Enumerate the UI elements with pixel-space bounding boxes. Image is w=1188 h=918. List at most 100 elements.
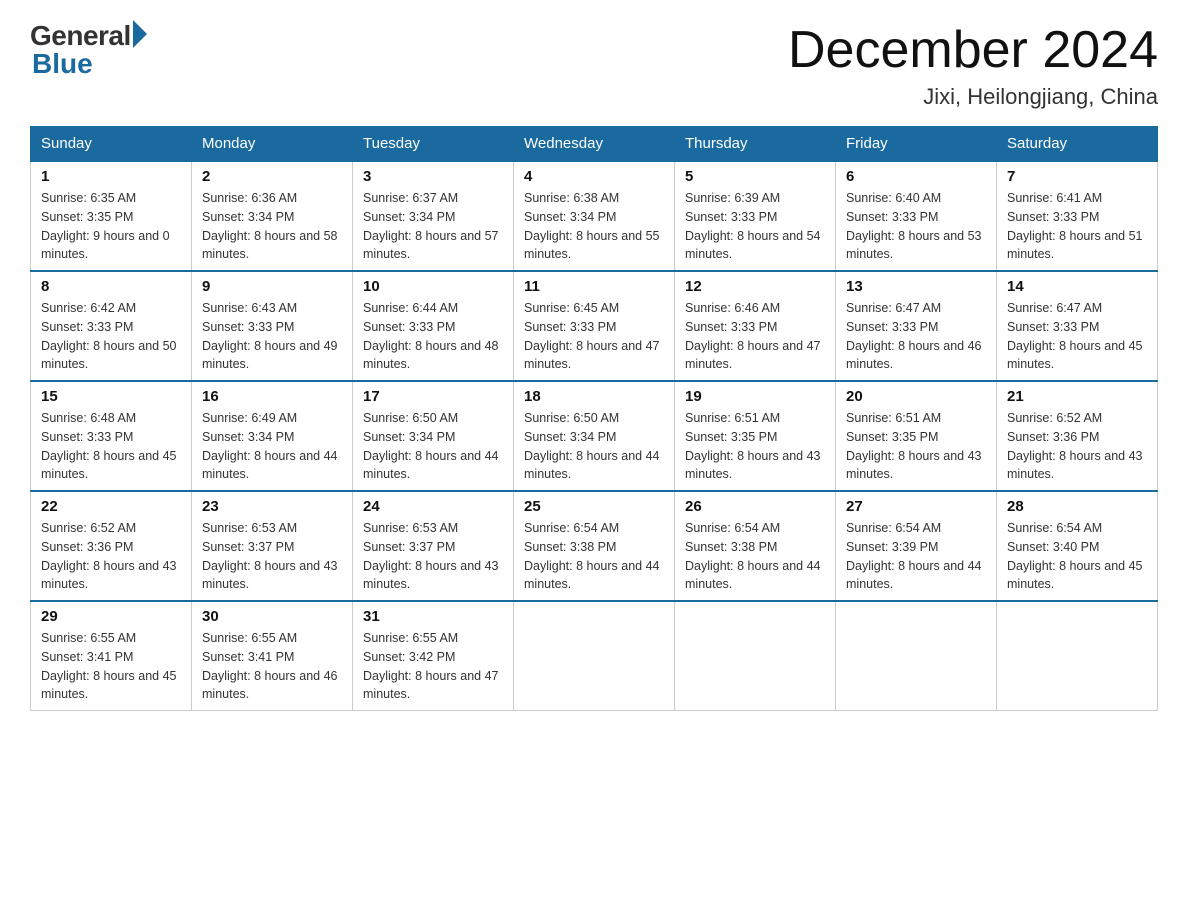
calendar-cell: 23 Sunrise: 6:53 AMSunset: 3:37 PMDaylig…	[192, 491, 353, 601]
calendar-week-row: 15 Sunrise: 6:48 AMSunset: 3:33 PMDaylig…	[31, 381, 1158, 491]
calendar-cell: 22 Sunrise: 6:52 AMSunset: 3:36 PMDaylig…	[31, 491, 192, 601]
day-info: Sunrise: 6:55 AMSunset: 3:42 PMDaylight:…	[363, 629, 503, 704]
day-info: Sunrise: 6:55 AMSunset: 3:41 PMDaylight:…	[202, 629, 342, 704]
day-info: Sunrise: 6:54 AMSunset: 3:40 PMDaylight:…	[1007, 519, 1147, 594]
calendar-cell: 27 Sunrise: 6:54 AMSunset: 3:39 PMDaylig…	[836, 491, 997, 601]
day-number: 18	[524, 388, 664, 405]
day-info: Sunrise: 6:47 AMSunset: 3:33 PMDaylight:…	[846, 299, 986, 374]
day-number: 27	[846, 498, 986, 515]
day-info: Sunrise: 6:49 AMSunset: 3:34 PMDaylight:…	[202, 409, 342, 484]
day-number: 23	[202, 498, 342, 515]
day-number: 24	[363, 498, 503, 515]
calendar-cell	[514, 601, 675, 711]
day-info: Sunrise: 6:50 AMSunset: 3:34 PMDaylight:…	[363, 409, 503, 484]
day-number: 29	[41, 608, 181, 625]
location-label: Jixi, Heilongjiang, China	[788, 84, 1158, 110]
day-info: Sunrise: 6:54 AMSunset: 3:39 PMDaylight:…	[846, 519, 986, 594]
day-number: 6	[846, 168, 986, 185]
day-number: 14	[1007, 278, 1147, 295]
day-info: Sunrise: 6:53 AMSunset: 3:37 PMDaylight:…	[363, 519, 503, 594]
day-number: 1	[41, 168, 181, 185]
calendar-cell: 11 Sunrise: 6:45 AMSunset: 3:33 PMDaylig…	[514, 271, 675, 381]
day-number: 12	[685, 278, 825, 295]
calendar-cell: 10 Sunrise: 6:44 AMSunset: 3:33 PMDaylig…	[353, 271, 514, 381]
day-info: Sunrise: 6:41 AMSunset: 3:33 PMDaylight:…	[1007, 189, 1147, 264]
day-number: 30	[202, 608, 342, 625]
day-info: Sunrise: 6:51 AMSunset: 3:35 PMDaylight:…	[846, 409, 986, 484]
page-header: General Blue December 2024 Jixi, Heilong…	[30, 20, 1158, 110]
weekday-header-thursday: Thursday	[675, 127, 836, 162]
day-number: 8	[41, 278, 181, 295]
calendar-cell: 21 Sunrise: 6:52 AMSunset: 3:36 PMDaylig…	[997, 381, 1158, 491]
calendar-cell: 26 Sunrise: 6:54 AMSunset: 3:38 PMDaylig…	[675, 491, 836, 601]
day-number: 2	[202, 168, 342, 185]
day-number: 9	[202, 278, 342, 295]
calendar-cell: 4 Sunrise: 6:38 AMSunset: 3:34 PMDayligh…	[514, 161, 675, 271]
title-block: December 2024 Jixi, Heilongjiang, China	[788, 20, 1158, 110]
calendar-cell: 6 Sunrise: 6:40 AMSunset: 3:33 PMDayligh…	[836, 161, 997, 271]
calendar-week-row: 8 Sunrise: 6:42 AMSunset: 3:33 PMDayligh…	[31, 271, 1158, 381]
day-info: Sunrise: 6:50 AMSunset: 3:34 PMDaylight:…	[524, 409, 664, 484]
day-number: 26	[685, 498, 825, 515]
day-info: Sunrise: 6:35 AMSunset: 3:35 PMDaylight:…	[41, 189, 181, 264]
calendar-cell: 24 Sunrise: 6:53 AMSunset: 3:37 PMDaylig…	[353, 491, 514, 601]
calendar-week-row: 29 Sunrise: 6:55 AMSunset: 3:41 PMDaylig…	[31, 601, 1158, 711]
weekday-header-monday: Monday	[192, 127, 353, 162]
day-number: 22	[41, 498, 181, 515]
month-title: December 2024	[788, 20, 1158, 80]
day-number: 10	[363, 278, 503, 295]
weekday-header-tuesday: Tuesday	[353, 127, 514, 162]
calendar-cell: 12 Sunrise: 6:46 AMSunset: 3:33 PMDaylig…	[675, 271, 836, 381]
day-info: Sunrise: 6:36 AMSunset: 3:34 PMDaylight:…	[202, 189, 342, 264]
day-number: 20	[846, 388, 986, 405]
calendar-week-row: 1 Sunrise: 6:35 AMSunset: 3:35 PMDayligh…	[31, 161, 1158, 271]
day-info: Sunrise: 6:42 AMSunset: 3:33 PMDaylight:…	[41, 299, 181, 374]
day-number: 4	[524, 168, 664, 185]
logo-blue-text: Blue	[32, 48, 93, 80]
calendar-cell: 9 Sunrise: 6:43 AMSunset: 3:33 PMDayligh…	[192, 271, 353, 381]
weekday-header-row: SundayMondayTuesdayWednesdayThursdayFrid…	[31, 127, 1158, 162]
calendar-cell: 17 Sunrise: 6:50 AMSunset: 3:34 PMDaylig…	[353, 381, 514, 491]
calendar-cell: 29 Sunrise: 6:55 AMSunset: 3:41 PMDaylig…	[31, 601, 192, 711]
day-info: Sunrise: 6:55 AMSunset: 3:41 PMDaylight:…	[41, 629, 181, 704]
day-number: 25	[524, 498, 664, 515]
day-info: Sunrise: 6:54 AMSunset: 3:38 PMDaylight:…	[685, 519, 825, 594]
calendar-cell: 2 Sunrise: 6:36 AMSunset: 3:34 PMDayligh…	[192, 161, 353, 271]
calendar-cell	[997, 601, 1158, 711]
day-info: Sunrise: 6:52 AMSunset: 3:36 PMDaylight:…	[41, 519, 181, 594]
day-number: 28	[1007, 498, 1147, 515]
day-info: Sunrise: 6:47 AMSunset: 3:33 PMDaylight:…	[1007, 299, 1147, 374]
day-number: 19	[685, 388, 825, 405]
calendar-cell: 28 Sunrise: 6:54 AMSunset: 3:40 PMDaylig…	[997, 491, 1158, 601]
day-info: Sunrise: 6:48 AMSunset: 3:33 PMDaylight:…	[41, 409, 181, 484]
calendar-cell	[675, 601, 836, 711]
day-number: 15	[41, 388, 181, 405]
day-info: Sunrise: 6:51 AMSunset: 3:35 PMDaylight:…	[685, 409, 825, 484]
day-number: 7	[1007, 168, 1147, 185]
calendar-cell: 8 Sunrise: 6:42 AMSunset: 3:33 PMDayligh…	[31, 271, 192, 381]
logo-arrow-icon	[133, 20, 147, 48]
calendar-cell: 18 Sunrise: 6:50 AMSunset: 3:34 PMDaylig…	[514, 381, 675, 491]
day-number: 31	[363, 608, 503, 625]
calendar-cell: 1 Sunrise: 6:35 AMSunset: 3:35 PMDayligh…	[31, 161, 192, 271]
calendar-cell	[836, 601, 997, 711]
day-info: Sunrise: 6:44 AMSunset: 3:33 PMDaylight:…	[363, 299, 503, 374]
day-number: 21	[1007, 388, 1147, 405]
calendar-cell: 13 Sunrise: 6:47 AMSunset: 3:33 PMDaylig…	[836, 271, 997, 381]
day-info: Sunrise: 6:40 AMSunset: 3:33 PMDaylight:…	[846, 189, 986, 264]
weekday-header-wednesday: Wednesday	[514, 127, 675, 162]
day-number: 13	[846, 278, 986, 295]
weekday-header-saturday: Saturday	[997, 127, 1158, 162]
day-info: Sunrise: 6:45 AMSunset: 3:33 PMDaylight:…	[524, 299, 664, 374]
day-number: 17	[363, 388, 503, 405]
day-info: Sunrise: 6:52 AMSunset: 3:36 PMDaylight:…	[1007, 409, 1147, 484]
day-info: Sunrise: 6:46 AMSunset: 3:33 PMDaylight:…	[685, 299, 825, 374]
calendar-week-row: 22 Sunrise: 6:52 AMSunset: 3:36 PMDaylig…	[31, 491, 1158, 601]
day-info: Sunrise: 6:43 AMSunset: 3:33 PMDaylight:…	[202, 299, 342, 374]
day-number: 3	[363, 168, 503, 185]
day-info: Sunrise: 6:38 AMSunset: 3:34 PMDaylight:…	[524, 189, 664, 264]
day-number: 16	[202, 388, 342, 405]
weekday-header-sunday: Sunday	[31, 127, 192, 162]
day-info: Sunrise: 6:39 AMSunset: 3:33 PMDaylight:…	[685, 189, 825, 264]
day-info: Sunrise: 6:54 AMSunset: 3:38 PMDaylight:…	[524, 519, 664, 594]
